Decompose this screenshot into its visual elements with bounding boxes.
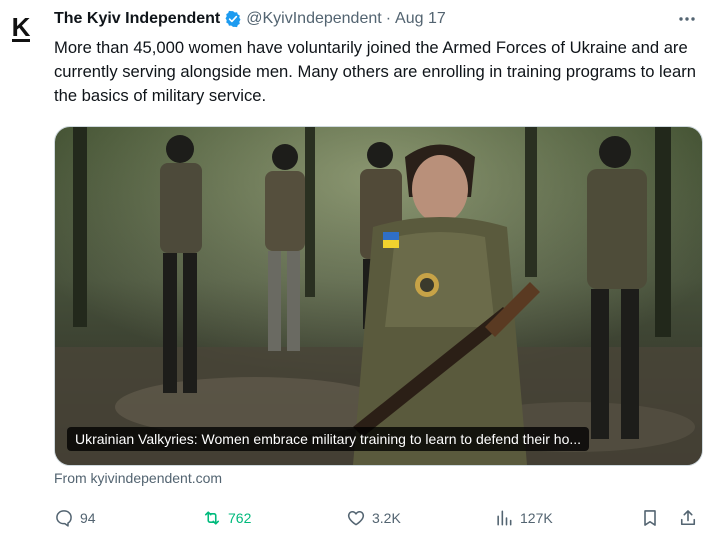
bookmark-icon — [644, 510, 656, 526]
repost-button[interactable]: 762 — [202, 505, 251, 531]
tweet-header: The Kyiv Independent @KyivIndependent · … — [54, 8, 699, 30]
share-button[interactable] — [678, 505, 704, 531]
avatar-letter: K — [11, 12, 31, 42]
heart-icon — [347, 511, 365, 526]
repost-count: 762 — [228, 510, 252, 526]
link-card-title[interactable]: Ukrainian Valkyries: Women embrace milit… — [67, 427, 590, 451]
share-icon — [680, 510, 696, 526]
like-count: 3.2K — [372, 510, 401, 526]
tweet-actions: 94 762 3.2K 127K — [54, 505, 704, 531]
repost-icon — [204, 511, 220, 525]
reply-icon — [56, 510, 72, 527]
link-card-image[interactable]: Ukrainian Valkyries: Women embrace milit… — [54, 126, 703, 466]
bookmark-button[interactable] — [640, 505, 666, 531]
like-button[interactable]: 3.2K — [346, 505, 401, 531]
more-options-icon[interactable] — [677, 12, 697, 26]
author-avatar[interactable]: K — [4, 12, 38, 46]
tweet-date[interactable]: Aug 17 — [395, 10, 446, 28]
views-icon — [497, 510, 512, 526]
author-handle[interactable]: @KyivIndependent — [246, 10, 381, 28]
author-name[interactable]: The Kyiv Independent — [54, 10, 220, 28]
views-button[interactable]: 127K — [494, 505, 553, 531]
reply-count: 94 — [80, 510, 96, 526]
soldiers-photo — [55, 127, 702, 465]
verified-badge-icon — [225, 10, 241, 28]
link-source[interactable]: From kyivindependent.com — [54, 470, 222, 486]
reply-button[interactable]: 94 — [54, 505, 96, 531]
tweet-text: More than 45,000 women have voluntarily … — [54, 38, 696, 105]
header-separator: · — [385, 10, 392, 27]
view-count: 127K — [520, 510, 553, 526]
